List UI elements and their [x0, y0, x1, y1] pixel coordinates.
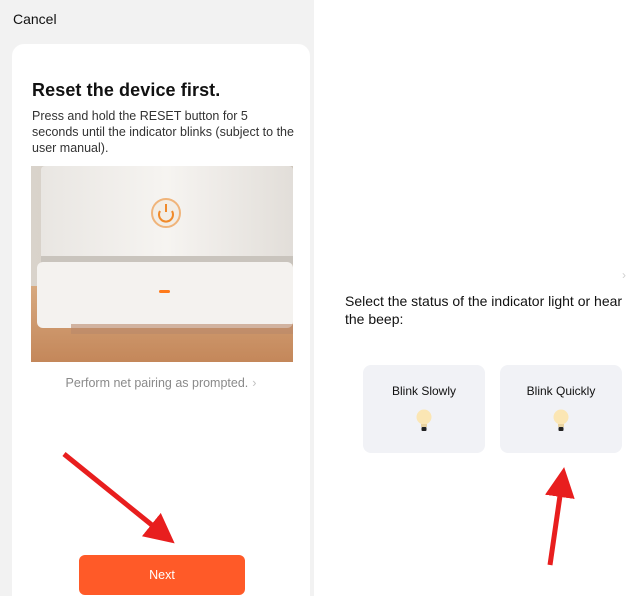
bulb-icon [416, 409, 432, 431]
reset-device-screen: Cancel Reset the device first. Press and… [0, 0, 314, 596]
pairing-link-label: Perform net pairing as prompted. [65, 376, 249, 390]
blink-slowly-option[interactable]: Blink Slowly [363, 365, 485, 453]
option-label: Blink Quickly [526, 384, 596, 398]
indicator-prompt: Select the status of the indicator light… [345, 293, 623, 327]
next-button[interactable]: Next [79, 555, 245, 595]
chevron-right-icon: › [252, 376, 257, 390]
bulb-icon [553, 409, 569, 431]
device-photo [31, 166, 293, 362]
pairing-help-link[interactable]: Perform net pairing as prompted. › [12, 376, 310, 390]
reset-instructions-card: Reset the device first. Press and hold t… [12, 44, 310, 596]
option-label: Blink Slowly [391, 384, 457, 398]
chevron-right-icon: › [622, 268, 626, 282]
indicator-status-screen: › Select the status of the indicator lig… [314, 0, 629, 596]
reset-description: Press and hold the RESET button for 5 se… [32, 109, 294, 155]
page-title: Reset the device first. [32, 80, 221, 100]
blink-quickly-option[interactable]: Blink Quickly [500, 365, 622, 453]
cancel-button[interactable]: Cancel [13, 11, 57, 27]
